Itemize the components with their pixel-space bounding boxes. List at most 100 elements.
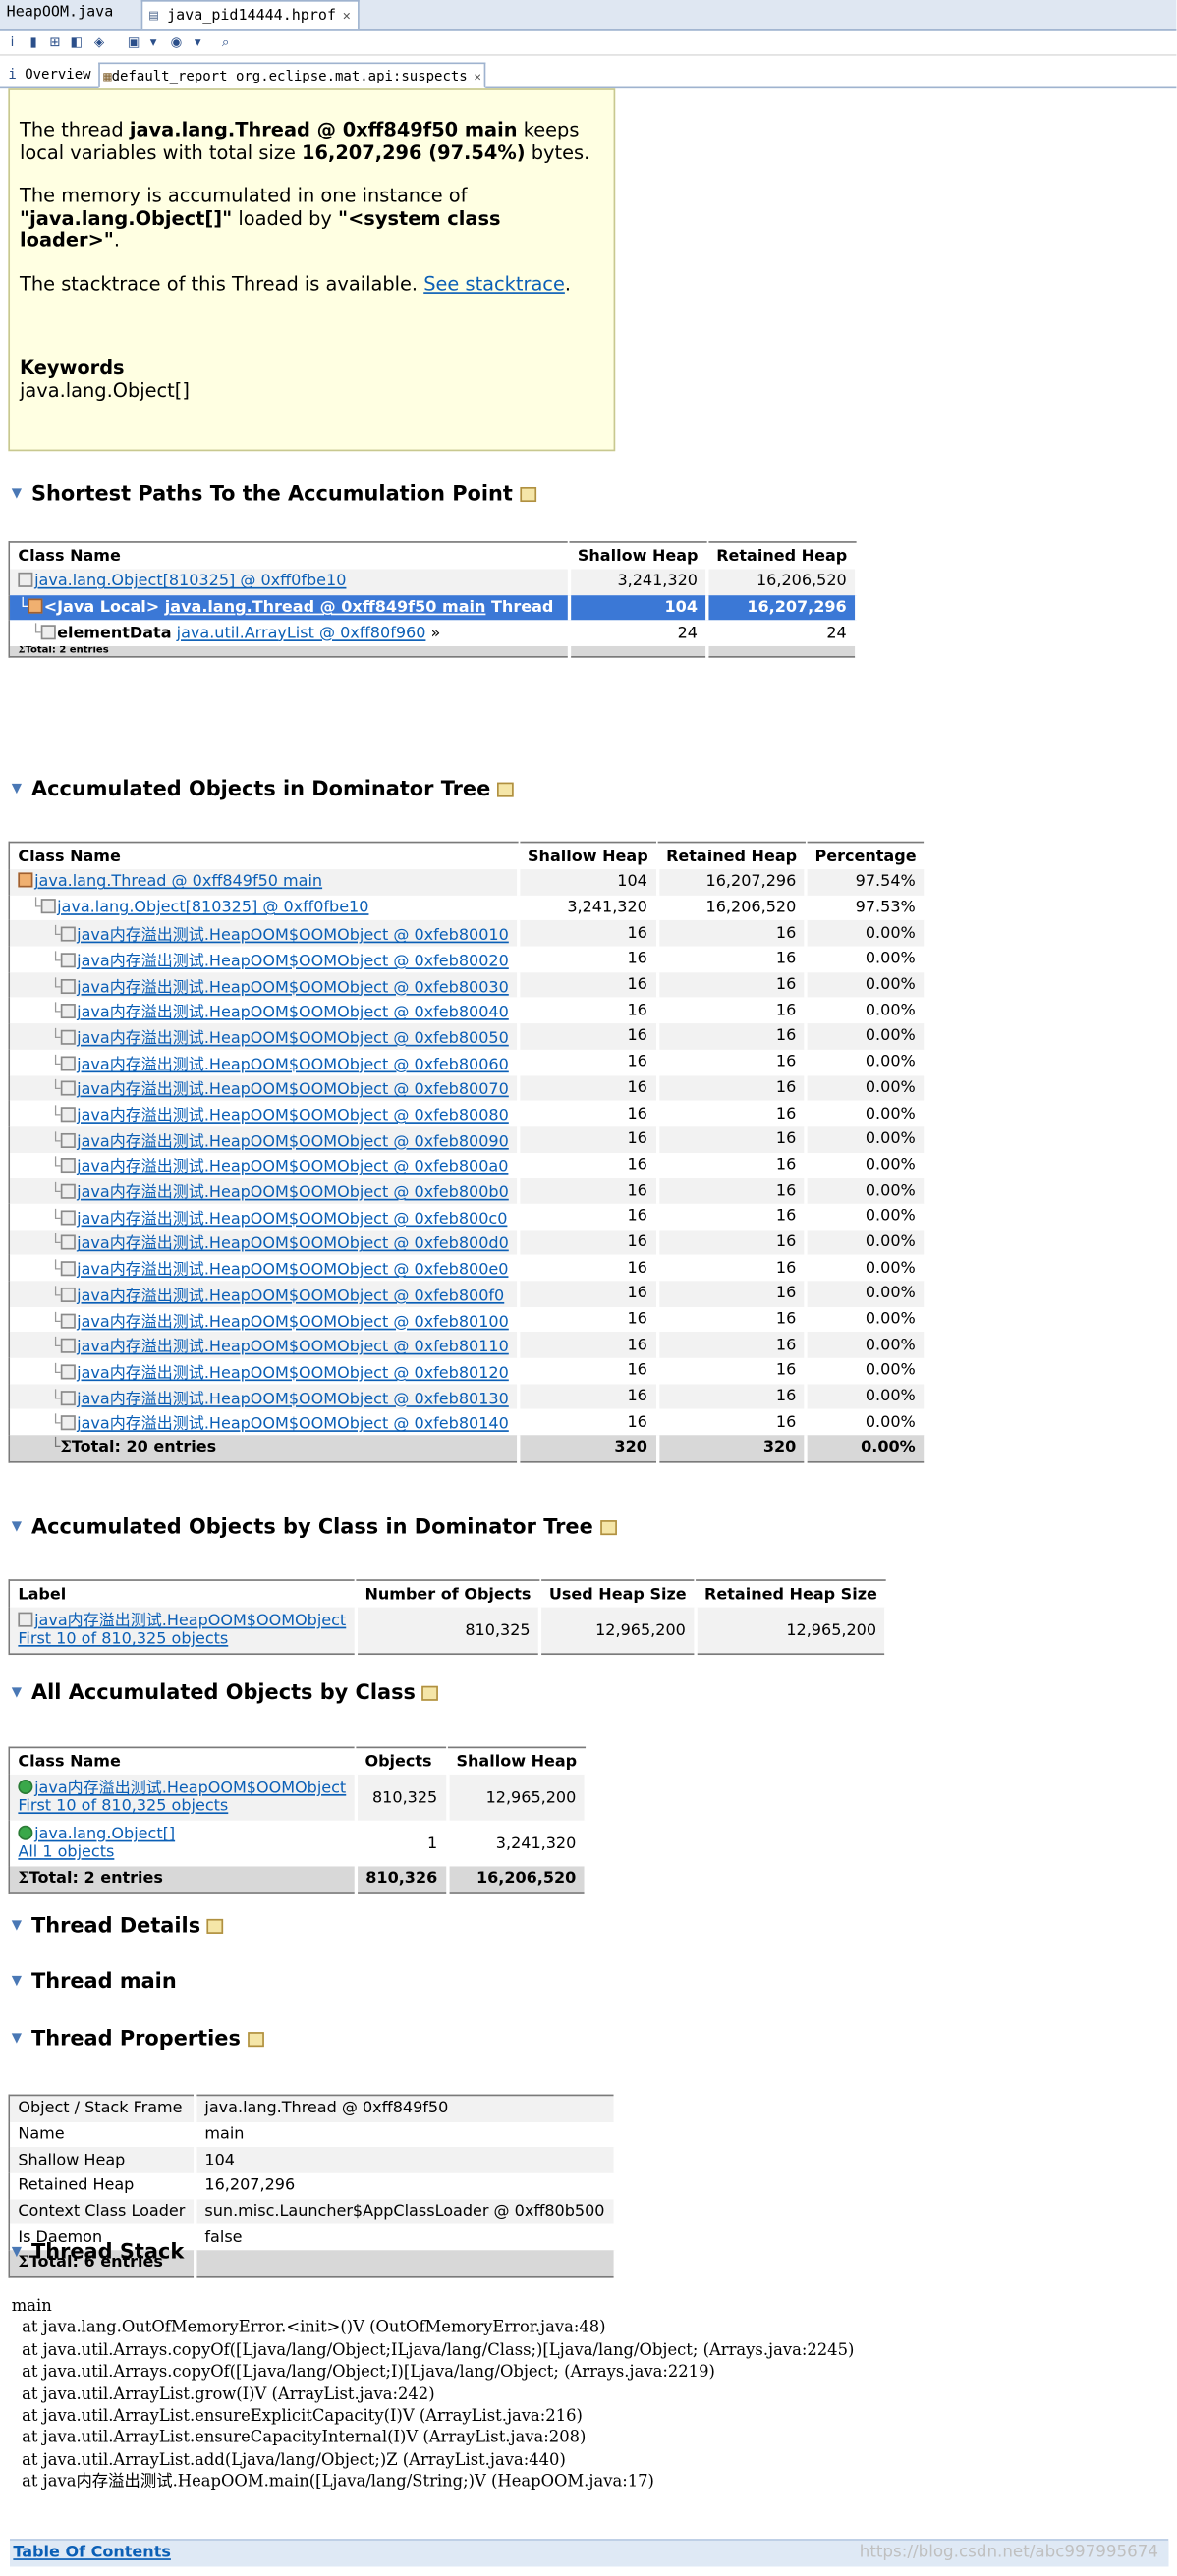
class-link[interactable]: java内存溢出测试.HeapOOM$OOMObject (34, 1780, 346, 1797)
table-of-contents-link[interactable]: Table Of Contents (13, 2544, 171, 2561)
table-row[interactable]: └ java.lang.Object[810325] @ 0xff0fbe10 3,… (9, 895, 927, 921)
oql-icon[interactable]: ◧ (69, 34, 84, 49)
see-stacktrace-link[interactable]: See stacktrace (423, 271, 565, 295)
object-link[interactable]: java.lang.Thread @ 0xff849f50 main (165, 599, 486, 617)
search-icon[interactable]: ⌕ (218, 34, 233, 49)
chevron-down-icon[interactable]: ▾ (146, 34, 161, 49)
tab-overview[interactable]: i Overview (5, 62, 94, 84)
table-row[interactable]: └ java内存溢出测试.HeapOOM$OOMObject @ 0xfeb800… (9, 998, 927, 1024)
more-indicator[interactable]: » (431, 625, 441, 642)
object-link[interactable]: java内存溢出测试.HeapOOM$OOMObject @ 0xfeb800c… (77, 1210, 507, 1228)
table-row[interactable]: java内存溢出测试.HeapOOM$OOMObject First 10 of … (9, 1774, 588, 1821)
column-header[interactable]: Number of Objects (356, 1580, 541, 1608)
object-link[interactable]: java内存溢出测试.HeapOOM$OOMObject @ 0xfeb8013… (77, 1390, 509, 1407)
table-row-selected[interactable]: └ <Java Local> java.lang.Thread @ 0xff849… (9, 594, 859, 621)
objects-link[interactable]: All 1 objects (18, 1843, 114, 1861)
class-link[interactable]: java内存溢出测试.HeapOOM$OOMObject (34, 1613, 346, 1630)
table-row[interactable]: └ java内存溢出测试.HeapOOM$OOMObject @ 0xfeb800… (9, 1100, 927, 1127)
close-icon[interactable]: ✕ (474, 69, 481, 83)
object-link[interactable]: java内存溢出测试.HeapOOM$OOMObject @ 0xfeb8011… (77, 1339, 509, 1356)
chevron-down-icon[interactable]: ▾ (191, 34, 205, 49)
section-dominator-tree[interactable]: ▼ Accumulated Objects in Dominator Tree (12, 776, 514, 800)
table-row[interactable]: └ java内存溢出测试.HeapOOM$OOMObject @ 0xfeb800… (9, 1074, 927, 1101)
table-row[interactable]: └ java内存溢出测试.HeapOOM$OOMObject @ 0xfeb801… (9, 1384, 927, 1410)
info-icon[interactable]: i (5, 34, 20, 49)
table-row[interactable]: └ java内存溢出测试.HeapOOM$OOMObject @ 0xfeb800… (9, 1178, 927, 1204)
table-row[interactable]: └ java内存溢出测试.HeapOOM$OOMObject @ 0xfeb800… (9, 1049, 927, 1075)
table-row[interactable]: └ java内存溢出测试.HeapOOM$OOMObject @ 0xfeb800… (9, 971, 927, 999)
object-link[interactable]: java内存溢出测试.HeapOOM$OOMObject @ 0xfeb800f… (77, 1288, 504, 1305)
table-row[interactable]: └ java内存溢出测试.HeapOOM$OOMObject @ 0xfeb800… (9, 946, 927, 972)
column-header[interactable]: Shallow Heap (447, 1747, 588, 1775)
object-link[interactable]: java内存溢出测试.HeapOOM$OOMObject @ 0xfeb8007… (77, 1081, 509, 1099)
objects-link[interactable]: First 10 of 810,325 objects (18, 1630, 228, 1648)
column-header[interactable]: Objects (356, 1747, 449, 1775)
tab-suspects-report[interactable]: ▦default_report org.eclipse.mat.api:susp… (98, 62, 486, 89)
object-link[interactable]: java内存溢出测试.HeapOOM$OOMObject @ 0xfeb800a… (77, 1159, 508, 1177)
object-link[interactable]: java内存溢出测试.HeapOOM$OOMObject @ 0xfeb800e… (77, 1261, 508, 1279)
table-row[interactable]: └ java内存溢出测试.HeapOOM$OOMObject @ 0xfeb800… (9, 1229, 927, 1256)
query-browser-icon[interactable]: ◉ (169, 34, 184, 49)
column-header[interactable]: Shallow Heap (568, 541, 708, 570)
column-header[interactable]: Retained Heap (707, 541, 858, 570)
object-link[interactable]: java.lang.Object[810325] @ 0xff0fbe10 (57, 899, 368, 916)
table-row[interactable]: └ java内存溢出测试.HeapOOM$OOMObject @ 0xfeb800… (9, 1126, 927, 1153)
close-icon[interactable]: ✕ (343, 8, 351, 23)
table-row[interactable]: └ java内存溢出测试.HeapOOM$OOMObject @ 0xfeb800… (9, 1023, 927, 1050)
object-link[interactable]: java内存溢出测试.HeapOOM$OOMObject @ 0xfeb8012… (77, 1364, 509, 1382)
object-link[interactable]: java内存溢出测试.HeapOOM$OOMObject @ 0xfeb8009… (77, 1133, 509, 1151)
object-link[interactable]: java.lang.Object[810325] @ 0xff0fbe10 (34, 573, 346, 590)
column-header[interactable]: Class Name (9, 842, 520, 870)
object-link[interactable]: java.lang.Thread @ 0xff849f50 main (34, 873, 322, 891)
column-header[interactable]: Class Name (9, 541, 570, 570)
table-row[interactable]: └ elementData java.util.ArrayList @ 0xff8… (9, 620, 859, 647)
column-header[interactable]: Percentage (806, 842, 926, 870)
column-header[interactable]: Retained Heap Size (695, 1580, 887, 1608)
table-row[interactable]: java.lang.Object[] All 1 objects 1 3,241,… (9, 1820, 588, 1867)
object-link[interactable]: java内存溢出测试.HeapOOM$OOMObject @ 0xfeb8003… (77, 978, 509, 996)
table-row[interactable]: └ java内存溢出测试.HeapOOM$OOMObject @ 0xfeb800… (9, 1255, 927, 1282)
column-header[interactable]: Label (9, 1580, 358, 1608)
run-report-icon[interactable]: ▣ (127, 34, 141, 49)
column-header[interactable]: Class Name (9, 1747, 358, 1775)
section-thread-details[interactable]: ▼ Thread Details (12, 1912, 224, 1937)
table-row[interactable]: java.lang.Object[810325] @ 0xff0fbe10 3,… (9, 569, 859, 595)
dominator-tree-icon[interactable]: ⊞ (47, 34, 62, 49)
class-link[interactable]: java.lang.Object[] (34, 1826, 175, 1843)
object-link[interactable]: java内存溢出测试.HeapOOM$OOMObject @ 0xfeb8005… (77, 1030, 509, 1048)
objects-link[interactable]: First 10 of 810,325 objects (18, 1797, 228, 1815)
object-link[interactable]: java内存溢出测试.HeapOOM$OOMObject @ 0xfeb800d… (77, 1235, 509, 1253)
table-row[interactable]: └ java内存溢出测试.HeapOOM$OOMObject @ 0xfeb800… (9, 1281, 927, 1307)
object-link[interactable]: java内存溢出测试.HeapOOM$OOMObject @ 0xfeb8004… (77, 1005, 509, 1022)
section-thread-stack[interactable]: ▼ Thread Stack (12, 2239, 185, 2264)
table-row[interactable]: └ java内存溢出测试.HeapOOM$OOMObject @ 0xfeb801… (9, 1409, 927, 1436)
table-row[interactable]: └ java内存溢出测试.HeapOOM$OOMObject @ 0xfeb801… (9, 1332, 927, 1358)
editor-tab-heapoom[interactable]: HeapOOM.java (0, 0, 120, 27)
table-row[interactable]: └ java内存溢出测试.HeapOOM$OOMObject @ 0xfeb800… (9, 1152, 927, 1178)
table-row[interactable]: java内存溢出测试.HeapOOM$OOMObject First 10 of … (9, 1607, 888, 1655)
object-link[interactable]: java内存溢出测试.HeapOOM$OOMObject @ 0xfeb800b… (77, 1184, 509, 1202)
table-row[interactable]: java.lang.Thread @ 0xff849f50 main 104 16,… (9, 869, 927, 896)
table-row[interactable]: └ java内存溢出测试.HeapOOM$OOMObject @ 0xfeb801… (9, 1306, 927, 1333)
object-link[interactable]: java内存溢出测试.HeapOOM$OOMObject @ 0xfeb8002… (77, 953, 509, 970)
section-thread-properties[interactable]: ▼ Thread Properties (12, 2025, 264, 2051)
object-link[interactable]: java内存溢出测试.HeapOOM$OOMObject @ 0xfeb8014… (77, 1416, 509, 1434)
editor-tab-hprof[interactable]: ▤ java_pid14444.hprof ✕ (140, 0, 360, 30)
section-by-class-dominator[interactable]: ▼ Accumulated Objects by Class in Dominat… (12, 1513, 617, 1538)
table-row[interactable]: └ java内存溢出测试.HeapOOM$OOMObject @ 0xfeb801… (9, 1357, 927, 1385)
section-shortest-paths[interactable]: ▼ Shortest Paths To the Accumulation Poin… (12, 480, 536, 505)
object-link[interactable]: java内存溢出测试.HeapOOM$OOMObject @ 0xfeb8001… (77, 927, 509, 945)
table-row[interactable]: └ java内存溢出测试.HeapOOM$OOMObject @ 0xfeb800… (9, 920, 927, 947)
column-header[interactable]: Retained Heap (656, 842, 808, 870)
section-thread-main[interactable]: ▼ Thread main (12, 1968, 177, 1993)
table-row[interactable]: └ java内存溢出测试.HeapOOM$OOMObject @ 0xfeb800… (9, 1203, 927, 1230)
thread-overview-icon[interactable]: ◈ (92, 34, 107, 49)
object-link[interactable]: java内存溢出测试.HeapOOM$OOMObject @ 0xfeb8010… (77, 1313, 509, 1331)
column-header[interactable]: Used Heap Size (539, 1580, 697, 1608)
object-link[interactable]: java内存溢出测试.HeapOOM$OOMObject @ 0xfeb8006… (77, 1056, 509, 1073)
section-all-by-class[interactable]: ▼ All Accumulated Objects by Class (12, 1679, 439, 1704)
column-header[interactable]: Shallow Heap (518, 842, 658, 870)
object-link[interactable]: java内存溢出测试.HeapOOM$OOMObject @ 0xfeb8008… (77, 1107, 509, 1124)
object-link[interactable]: java.util.ArrayList @ 0xff80f960 (177, 625, 426, 642)
histogram-icon[interactable]: ▮ (27, 34, 41, 49)
